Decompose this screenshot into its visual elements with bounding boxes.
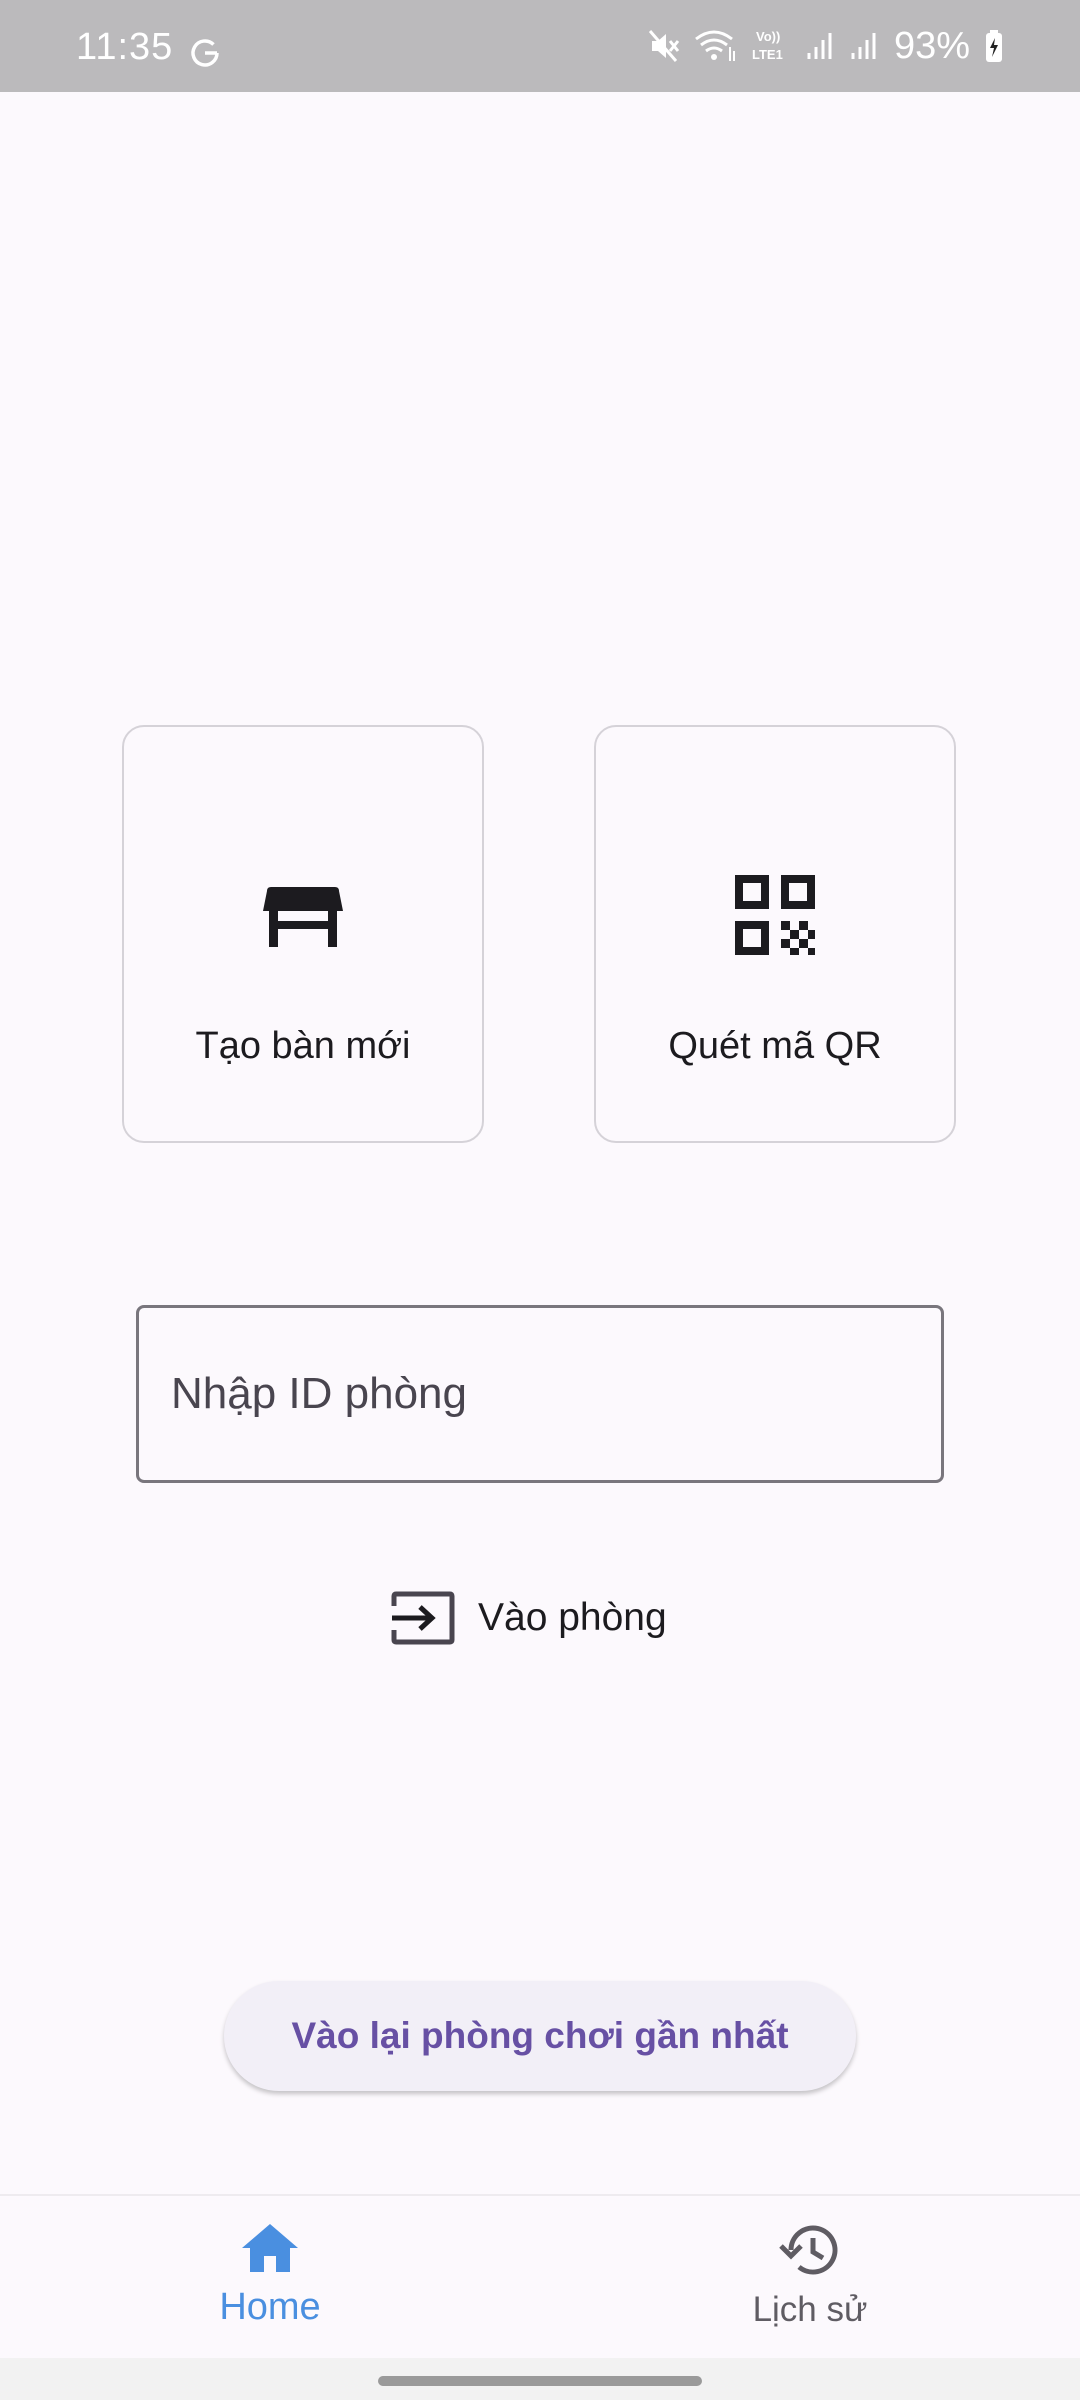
volte-icon: Vo)) LTE1 — [752, 29, 783, 62]
qr-code-icon — [735, 875, 815, 955]
bottom-navigation: Home Lịch sử — [0, 2194, 1080, 2360]
signal-icon — [807, 33, 832, 59]
status-icons: Vo)) LTE1 93% — [648, 24, 1004, 68]
nav-item-home[interactable]: Home — [0, 2196, 540, 2360]
svg-text:Vo)): Vo)) — [756, 29, 780, 44]
scan-qr-card[interactable]: Quét mã QR — [594, 725, 956, 1143]
mute-icon — [648, 30, 680, 62]
scan-qr-label: Quét mã QR — [668, 1025, 882, 1067]
signal-icon — [851, 33, 876, 59]
battery-percent: 93% — [893, 24, 970, 67]
create-table-card[interactable]: Tạo bàn mới — [122, 725, 484, 1143]
history-icon — [779, 2225, 838, 2275]
rejoin-last-room-label: Vào lại phòng chơi gần nhất — [291, 2015, 789, 2056]
nav-item-history[interactable]: Lịch sử — [540, 2196, 1080, 2360]
nav-label-history: Lịch sử — [752, 2290, 868, 2329]
gesture-handle[interactable] — [378, 2376, 702, 2386]
join-room-label: Vào phòng — [478, 1596, 667, 1639]
wifi-icon — [695, 30, 735, 61]
create-table-label: Tạo bàn mới — [195, 1025, 411, 1067]
svg-text:LTE1: LTE1 — [752, 47, 783, 62]
room-id-input[interactable] — [136, 1305, 944, 1483]
google-g-icon — [191, 39, 219, 67]
table-icon — [263, 887, 343, 947]
status-bar: 11:35 Vo)) LTE1 93% — [0, 0, 1080, 92]
home-icon — [242, 2224, 298, 2272]
join-room-button[interactable]: Vào phòng — [390, 1585, 667, 1651]
nav-label-home: Home — [219, 2286, 321, 2328]
status-time: 11:35 — [76, 26, 174, 68]
battery-charging-icon — [986, 30, 1002, 62]
rejoin-last-room-button[interactable]: Vào lại phòng chơi gần nhất — [224, 1981, 856, 2091]
login-icon — [391, 1591, 455, 1645]
